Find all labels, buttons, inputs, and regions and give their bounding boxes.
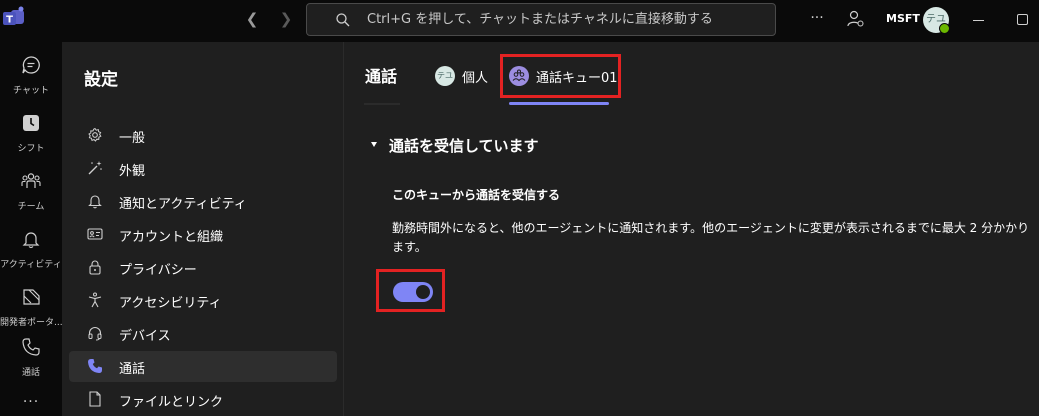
rail-label: チーム xyxy=(17,202,45,212)
toggle-knob xyxy=(416,285,430,299)
collapse-caret-icon[interactable] xyxy=(371,142,377,147)
settings-item-label: 通知とアクティビティ xyxy=(119,197,247,212)
highlight-box-tab xyxy=(500,54,621,98)
id-card-icon xyxy=(87,228,103,240)
forward-icon[interactable]: ❯ xyxy=(276,9,296,29)
settings-item-notifications[interactable]: 通知とアクティビティ xyxy=(69,186,337,217)
tab-selected-indicator xyxy=(509,102,609,105)
settings-pane: 設定 一般 外観 通知とアクティビティ アカウントと組織 プライバシー アクセシ… xyxy=(62,42,344,416)
search-box[interactable] xyxy=(306,3,776,36)
bell-icon xyxy=(88,195,102,209)
rail-item-activity[interactable]: アクティビティ xyxy=(0,221,62,279)
teams-icon xyxy=(21,173,41,188)
rail-label: チャット xyxy=(13,86,49,96)
divider xyxy=(364,103,400,105)
receive-calls-toggle[interactable] xyxy=(393,282,433,302)
title-bar: T ❮ ❯ ··· MSFT テユ xyxy=(0,0,1039,42)
file-icon xyxy=(89,391,101,407)
settings-item-label: ファイルとリンク xyxy=(119,395,224,410)
more-apps-icon[interactable]: ··· xyxy=(0,394,62,410)
minimize-icon[interactable] xyxy=(973,20,984,21)
gear-icon xyxy=(88,127,102,142)
settings-item-accounts[interactable]: アカウントと組織 xyxy=(69,219,337,250)
settings-item-label: 外観 xyxy=(119,164,146,179)
settings-item-appearance[interactable]: 外観 xyxy=(69,153,337,184)
people-settings-icon[interactable] xyxy=(845,9,865,29)
main-content: 通話 テユ 個人 通話キュー01 通話を受信しています このキューから通話を受信… xyxy=(345,42,1039,416)
search-icon xyxy=(335,12,351,28)
accessibility-icon xyxy=(88,292,102,308)
more-options-icon[interactable]: ··· xyxy=(807,8,827,28)
page-title: 通話 xyxy=(365,67,398,86)
settings-item-privacy[interactable]: プライバシー xyxy=(69,252,337,283)
app-rail: チャット シフト チーム アクティビティ 開発者ポータ... 通話 ··· xyxy=(0,42,62,416)
settings-item-label: デバイス xyxy=(119,329,171,344)
presence-available-icon xyxy=(939,23,950,34)
setting-description: 勤務時間外になると、他のエージェントに通知されます。他のエージェントに変更が表示… xyxy=(392,221,1030,254)
tab-label: 個人 xyxy=(462,71,489,86)
rail-item-chat[interactable]: チャット xyxy=(0,47,62,105)
phone-icon xyxy=(22,338,40,356)
magic-wand-icon xyxy=(88,161,102,175)
settings-item-label: アクセシビリティ xyxy=(119,296,222,311)
search-input[interactable] xyxy=(367,4,767,35)
rail-item-teams[interactable]: チーム xyxy=(0,163,62,221)
tab-personal[interactable]: テユ 個人 xyxy=(435,62,495,92)
settings-item-label: 通話 xyxy=(119,362,146,377)
settings-item-general[interactable]: 一般 xyxy=(69,120,337,151)
rail-label: 開発者ポータ... xyxy=(0,318,62,328)
headset-icon xyxy=(88,327,102,341)
settings-item-devices[interactable]: デバイス xyxy=(69,318,337,349)
setting-label: このキューから通話を受信する xyxy=(392,188,561,202)
settings-item-accessibility[interactable]: アクセシビリティ xyxy=(69,285,337,316)
rail-label: シフト xyxy=(17,144,45,154)
settings-item-calls[interactable]: 通話 xyxy=(69,351,337,382)
shifts-icon xyxy=(23,115,39,131)
bell-icon xyxy=(22,232,40,249)
section-title[interactable]: 通話を受信しています xyxy=(389,135,539,156)
rail-label: アクティビティ xyxy=(0,260,62,270)
chat-icon xyxy=(22,56,40,74)
teams-logo-icon[interactable]: T xyxy=(0,0,28,36)
settings-title: 設定 xyxy=(84,70,118,90)
maximize-icon[interactable] xyxy=(1017,14,1028,25)
settings-item-label: プライバシー xyxy=(119,263,197,278)
svg-text:T: T xyxy=(6,15,13,26)
developer-portal-icon xyxy=(23,289,40,305)
rail-item-calls[interactable]: 通話 xyxy=(0,329,62,387)
back-icon[interactable]: ❮ xyxy=(242,9,262,29)
lock-icon xyxy=(89,260,101,275)
rail-label: 通話 xyxy=(21,368,40,378)
org-name[interactable]: MSFT xyxy=(886,12,920,25)
settings-item-label: 一般 xyxy=(119,131,146,146)
settings-item-files[interactable]: ファイルとリンク xyxy=(69,384,337,415)
rail-item-shifts[interactable]: シフト xyxy=(0,105,62,163)
avatar: テユ xyxy=(435,66,455,86)
settings-item-label: アカウントと組織 xyxy=(119,230,224,245)
phone-icon xyxy=(88,359,102,373)
